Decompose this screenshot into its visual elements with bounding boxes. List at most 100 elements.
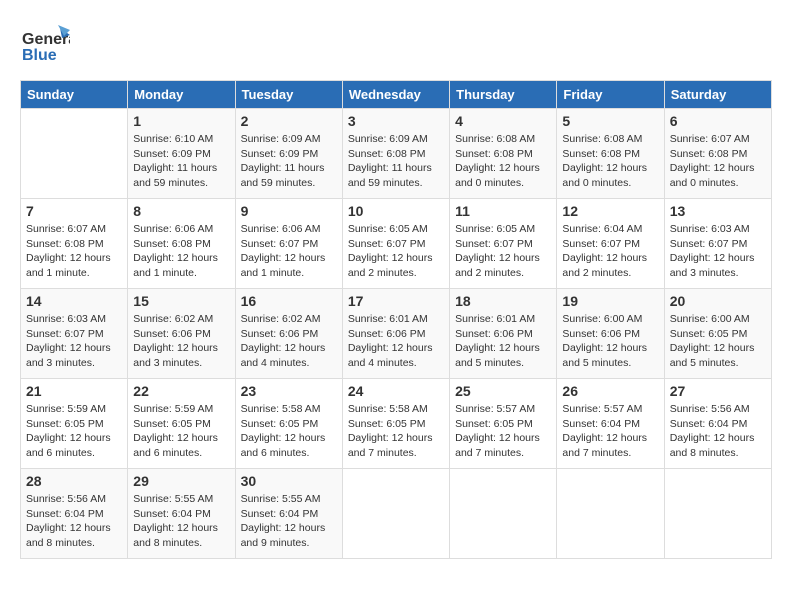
day-info: Sunrise: 6:10 AMSunset: 6:09 PMDaylight:…: [133, 132, 229, 191]
day-number: 15: [133, 293, 229, 309]
calendar-cell: 3 Sunrise: 6:09 AMSunset: 6:08 PMDaylight…: [342, 109, 449, 199]
day-info: Sunrise: 5:56 AMSunset: 6:04 PMDaylight:…: [26, 492, 122, 551]
day-info: Sunrise: 6:05 AMSunset: 6:07 PMDaylight:…: [348, 222, 444, 281]
week-row-2: 7 Sunrise: 6:07 AMSunset: 6:08 PMDaylight…: [21, 199, 772, 289]
day-number: 10: [348, 203, 444, 219]
day-number: 12: [562, 203, 658, 219]
day-info: Sunrise: 5:57 AMSunset: 6:04 PMDaylight:…: [562, 402, 658, 461]
calendar-cell: 22 Sunrise: 5:59 AMSunset: 6:05 PMDayligh…: [128, 379, 235, 469]
calendar-cell: 14 Sunrise: 6:03 AMSunset: 6:07 PMDayligh…: [21, 289, 128, 379]
calendar-cell: 6Sunrise: 6:07 AMSunset: 6:08 PMDaylight…: [664, 109, 771, 199]
calendar-cell: [557, 469, 664, 559]
day-number: 16: [241, 293, 337, 309]
day-info: Sunrise: 5:58 AMSunset: 6:05 PMDaylight:…: [348, 402, 444, 461]
day-info: Sunrise: 5:55 AMSunset: 6:04 PMDaylight:…: [241, 492, 337, 551]
day-number: 17: [348, 293, 444, 309]
calendar-table: SundayMondayTuesdayWednesdayThursdayFrid…: [20, 80, 772, 559]
calendar-cell: [342, 469, 449, 559]
day-number: 20: [670, 293, 766, 309]
day-info: Sunrise: 5:59 AMSunset: 6:05 PMDaylight:…: [133, 402, 229, 461]
calendar-cell: 28 Sunrise: 5:56 AMSunset: 6:04 PMDayligh…: [21, 469, 128, 559]
calendar-cell: 7 Sunrise: 6:07 AMSunset: 6:08 PMDaylight…: [21, 199, 128, 289]
calendar-cell: 27 Sunrise: 5:56 AMSunset: 6:04 PMDayligh…: [664, 379, 771, 469]
day-number: 26: [562, 383, 658, 399]
calendar-cell: 17 Sunrise: 6:01 AMSunset: 6:06 PMDayligh…: [342, 289, 449, 379]
week-row-4: 21 Sunrise: 5:59 AMSunset: 6:05 PMDayligh…: [21, 379, 772, 469]
calendar-cell: 21 Sunrise: 5:59 AMSunset: 6:05 PMDayligh…: [21, 379, 128, 469]
day-number: 4: [455, 113, 551, 129]
calendar-cell: 15Sunrise: 6:02 AMSunset: 6:06 PMDayligh…: [128, 289, 235, 379]
day-number: 30: [241, 473, 337, 489]
calendar-cell: 9 Sunrise: 6:06 AMSunset: 6:07 PMDaylight…: [235, 199, 342, 289]
weekday-header-monday: Monday: [128, 81, 235, 109]
calendar-cell: 24 Sunrise: 5:58 AMSunset: 6:05 PMDayligh…: [342, 379, 449, 469]
weekday-header-tuesday: Tuesday: [235, 81, 342, 109]
day-number: 21: [26, 383, 122, 399]
day-info: Sunrise: 6:06 AMSunset: 6:07 PMDaylight:…: [241, 222, 337, 281]
calendar-cell: 19 Sunrise: 6:00 AMSunset: 6:06 PMDayligh…: [557, 289, 664, 379]
calendar-cell: 23 Sunrise: 5:58 AMSunset: 6:05 PMDayligh…: [235, 379, 342, 469]
weekday-header-thursday: Thursday: [450, 81, 557, 109]
day-info: Sunrise: 6:01 AMSunset: 6:06 PMDaylight:…: [455, 312, 551, 371]
day-info: Sunrise: 5:58 AMSunset: 6:05 PMDaylight:…: [241, 402, 337, 461]
calendar-cell: 2 Sunrise: 6:09 AMSunset: 6:09 PMDaylight…: [235, 109, 342, 199]
day-number: 27: [670, 383, 766, 399]
day-info: Sunrise: 6:06 AMSunset: 6:08 PMDaylight:…: [133, 222, 229, 281]
day-info: Sunrise: 6:04 AMSunset: 6:07 PMDaylight:…: [562, 222, 658, 281]
week-row-1: 1 Sunrise: 6:10 AMSunset: 6:09 PMDaylight…: [21, 109, 772, 199]
svg-text:Blue: Blue: [22, 47, 57, 64]
day-number: 6: [670, 113, 766, 129]
day-info: Sunrise: 6:09 AMSunset: 6:08 PMDaylight:…: [348, 132, 444, 191]
day-info: Sunrise: 6:07 AMSunset: 6:08 PMDaylight:…: [26, 222, 122, 281]
calendar-cell: 29 Sunrise: 5:55 AMSunset: 6:04 PMDayligh…: [128, 469, 235, 559]
day-number: 7: [26, 203, 122, 219]
day-number: 8: [133, 203, 229, 219]
day-number: 13: [670, 203, 766, 219]
day-number: 2: [241, 113, 337, 129]
day-info: Sunrise: 5:56 AMSunset: 6:04 PMDaylight:…: [670, 402, 766, 461]
day-number: 19: [562, 293, 658, 309]
day-info: Sunrise: 6:00 AMSunset: 6:05 PMDaylight:…: [670, 312, 766, 371]
day-number: 11: [455, 203, 551, 219]
day-info: Sunrise: 5:57 AMSunset: 6:05 PMDaylight:…: [455, 402, 551, 461]
calendar-cell: 4Sunrise: 6:08 AMSunset: 6:08 PMDaylight…: [450, 109, 557, 199]
day-number: 22: [133, 383, 229, 399]
day-number: 14: [26, 293, 122, 309]
weekday-header-friday: Friday: [557, 81, 664, 109]
day-info: Sunrise: 6:05 AMSunset: 6:07 PMDaylight:…: [455, 222, 551, 281]
calendar-cell: 26 Sunrise: 5:57 AMSunset: 6:04 PMDayligh…: [557, 379, 664, 469]
weekday-header-wednesday: Wednesday: [342, 81, 449, 109]
weekday-header-sunday: Sunday: [21, 81, 128, 109]
calendar-cell: 11 Sunrise: 6:05 AMSunset: 6:07 PMDayligh…: [450, 199, 557, 289]
calendar-cell: 8 Sunrise: 6:06 AMSunset: 6:08 PMDaylight…: [128, 199, 235, 289]
calendar-cell: [450, 469, 557, 559]
day-number: 29: [133, 473, 229, 489]
day-number: 5: [562, 113, 658, 129]
day-number: 28: [26, 473, 122, 489]
calendar-cell: 18Sunrise: 6:01 AMSunset: 6:06 PMDayligh…: [450, 289, 557, 379]
day-number: 9: [241, 203, 337, 219]
day-info: Sunrise: 6:01 AMSunset: 6:06 PMDaylight:…: [348, 312, 444, 371]
day-number: 3: [348, 113, 444, 129]
week-row-3: 14 Sunrise: 6:03 AMSunset: 6:07 PMDayligh…: [21, 289, 772, 379]
calendar-cell: 5 Sunrise: 6:08 AMSunset: 6:08 PMDaylight…: [557, 109, 664, 199]
weekday-header-saturday: Saturday: [664, 81, 771, 109]
day-info: Sunrise: 5:59 AMSunset: 6:05 PMDaylight:…: [26, 402, 122, 461]
day-info: Sunrise: 5:55 AMSunset: 6:04 PMDaylight:…: [133, 492, 229, 551]
page-header: General Blue: [20, 20, 772, 70]
day-info: Sunrise: 6:03 AMSunset: 6:07 PMDaylight:…: [26, 312, 122, 371]
calendar-cell: 16Sunrise: 6:02 AMSunset: 6:06 PMDayligh…: [235, 289, 342, 379]
day-info: Sunrise: 6:03 AMSunset: 6:07 PMDaylight:…: [670, 222, 766, 281]
calendar-cell: 25 Sunrise: 5:57 AMSunset: 6:05 PMDayligh…: [450, 379, 557, 469]
day-number: 24: [348, 383, 444, 399]
day-number: 25: [455, 383, 551, 399]
day-number: 23: [241, 383, 337, 399]
calendar-cell: [21, 109, 128, 199]
weekday-header-row: SundayMondayTuesdayWednesdayThursdayFrid…: [21, 81, 772, 109]
day-info: Sunrise: 6:08 AMSunset: 6:08 PMDaylight:…: [562, 132, 658, 191]
day-number: 1: [133, 113, 229, 129]
day-info: Sunrise: 6:09 AMSunset: 6:09 PMDaylight:…: [241, 132, 337, 191]
day-info: Sunrise: 6:00 AMSunset: 6:06 PMDaylight:…: [562, 312, 658, 371]
calendar-cell: 1 Sunrise: 6:10 AMSunset: 6:09 PMDaylight…: [128, 109, 235, 199]
logo-icon: General Blue: [20, 20, 70, 70]
